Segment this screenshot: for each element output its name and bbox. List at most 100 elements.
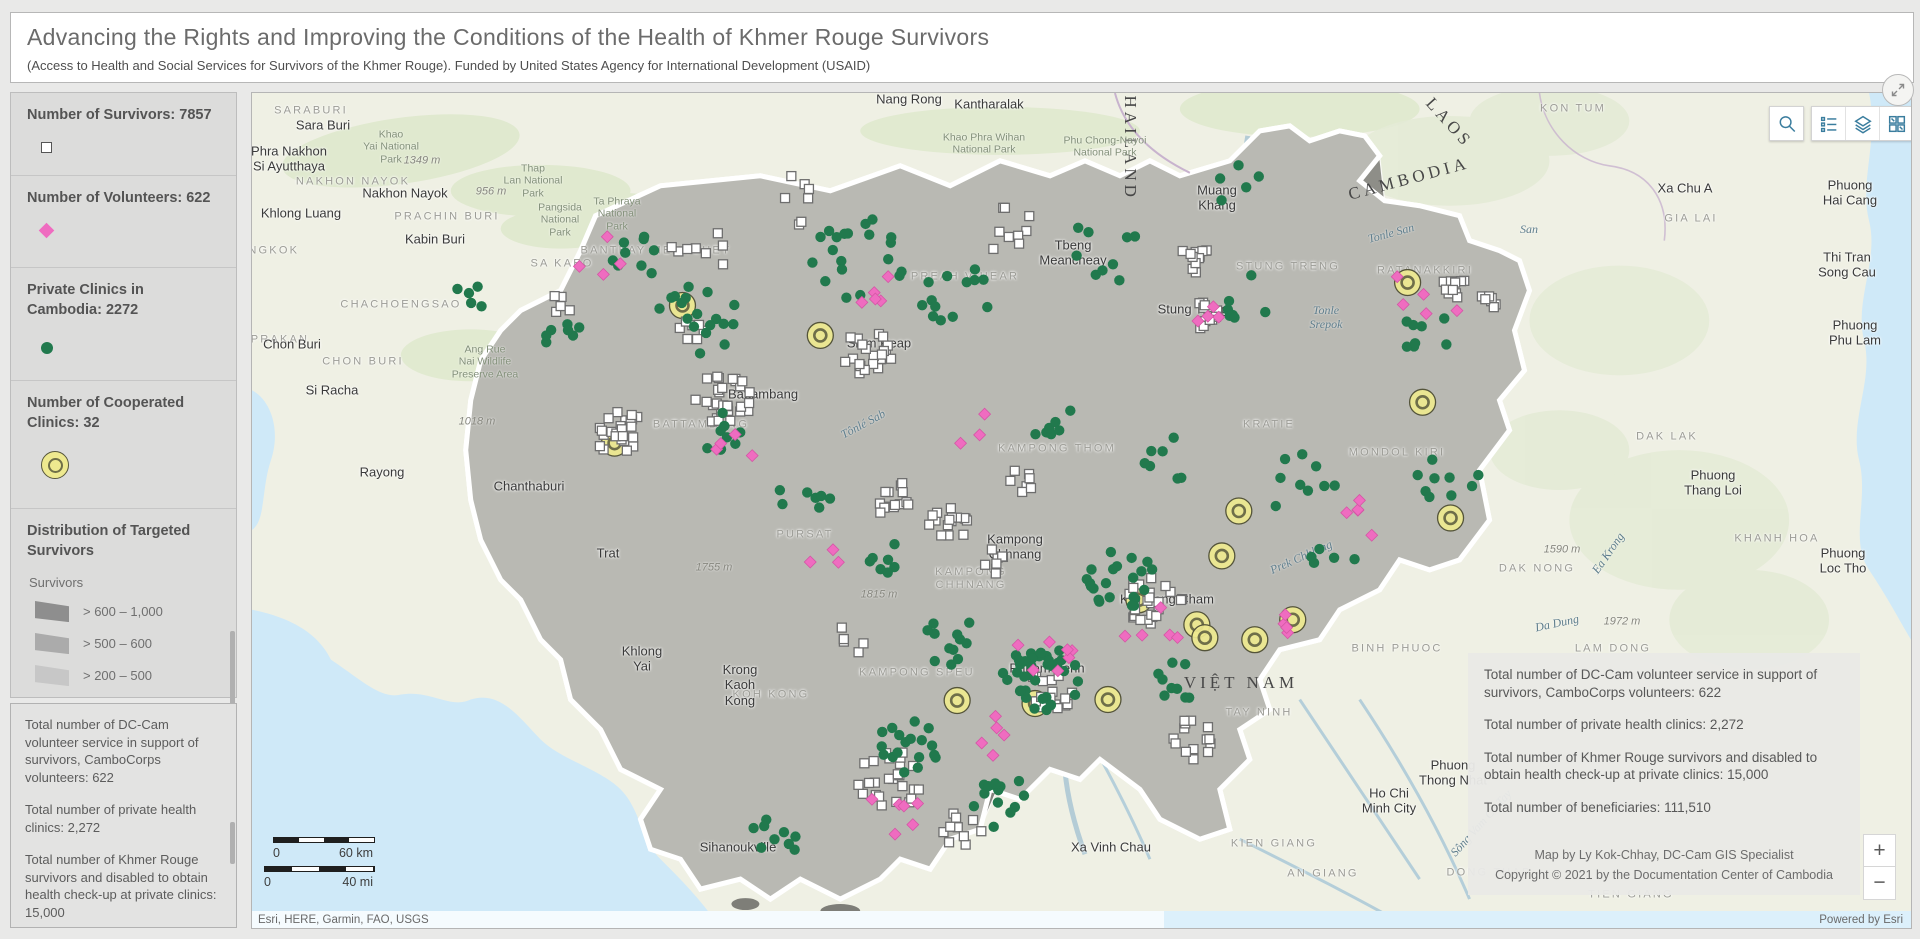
survivor-marker[interactable]: [804, 194, 813, 203]
clinic-marker[interactable]: [680, 293, 690, 303]
info-scrollbar[interactable]: [230, 822, 235, 864]
clinic-marker[interactable]: [1073, 676, 1083, 686]
clinic-marker[interactable]: [464, 288, 474, 298]
clinic-marker[interactable]: [1127, 600, 1137, 610]
clinic-marker[interactable]: [889, 539, 899, 549]
clinic-marker[interactable]: [472, 281, 482, 291]
survivor-marker[interactable]: [1186, 249, 1195, 258]
clinic-marker[interactable]: [1128, 573, 1138, 583]
clinic-marker[interactable]: [1083, 227, 1093, 237]
clinic-marker[interactable]: [541, 330, 551, 340]
cooperated-clinic-marker[interactable]: [944, 688, 970, 714]
survivor-marker[interactable]: [987, 545, 996, 554]
clinic-marker[interactable]: [649, 245, 659, 255]
clinic-marker[interactable]: [1172, 473, 1182, 483]
clinic-marker[interactable]: [689, 321, 699, 331]
clinic-marker[interactable]: [1180, 659, 1190, 669]
clinic-marker[interactable]: [563, 325, 573, 335]
survivor-marker[interactable]: [859, 639, 868, 648]
survivor-marker[interactable]: [691, 244, 700, 253]
clinic-marker[interactable]: [777, 499, 787, 509]
clinic-marker[interactable]: [1224, 296, 1234, 306]
clinic-marker[interactable]: [683, 282, 693, 292]
clinic-marker[interactable]: [1157, 674, 1167, 684]
volunteer-marker[interactable]: [746, 450, 758, 462]
clinic-marker[interactable]: [867, 553, 877, 563]
clinic-marker[interactable]: [702, 443, 712, 453]
survivor-marker[interactable]: [1006, 476, 1015, 485]
clinic-marker[interactable]: [775, 485, 785, 495]
clinic-marker[interactable]: [1044, 655, 1054, 665]
clinic-marker[interactable]: [828, 245, 838, 255]
clinic-marker[interactable]: [1473, 470, 1483, 480]
survivor-marker[interactable]: [961, 840, 970, 849]
clinic-marker[interactable]: [719, 339, 729, 349]
clinic-marker[interactable]: [1168, 432, 1178, 442]
volunteer-marker[interactable]: [1352, 504, 1364, 516]
volunteer-marker[interactable]: [889, 828, 901, 840]
clinic-marker[interactable]: [646, 268, 656, 278]
survivor-marker[interactable]: [1176, 595, 1185, 604]
clinic-marker[interactable]: [728, 319, 738, 329]
clinic-marker[interactable]: [719, 421, 729, 431]
legend-item-distribution[interactable]: Distribution of Targeted Survivors Survi…: [11, 509, 236, 697]
clinic-marker[interactable]: [923, 277, 933, 287]
survivor-marker[interactable]: [945, 515, 954, 524]
survivor-marker[interactable]: [1200, 301, 1209, 310]
clinic-marker[interactable]: [717, 408, 727, 418]
survivor-marker[interactable]: [991, 569, 1000, 578]
survivor-marker[interactable]: [597, 426, 606, 435]
clinic-marker[interactable]: [896, 266, 906, 276]
clinic-marker[interactable]: [1070, 690, 1080, 700]
clinic-marker[interactable]: [729, 300, 739, 310]
clinic-marker[interactable]: [910, 716, 920, 726]
clinic-marker[interactable]: [682, 313, 692, 323]
clinic-marker[interactable]: [1046, 700, 1056, 710]
survivor-marker[interactable]: [995, 227, 1004, 236]
survivor-marker[interactable]: [846, 333, 855, 342]
volunteer-marker[interactable]: [804, 556, 816, 568]
clinic-marker[interactable]: [1157, 446, 1167, 456]
layers-button[interactable]: [1845, 107, 1879, 140]
survivor-marker[interactable]: [703, 374, 712, 383]
map-canvas[interactable]: THAILANDLAOSCAMBODIAVIỆT NAMSARABURINAKH…: [251, 92, 1912, 929]
survivor-marker[interactable]: [898, 479, 907, 488]
survivor-marker[interactable]: [550, 292, 559, 301]
clinic-marker[interactable]: [1229, 312, 1239, 322]
survivor-marker[interactable]: [613, 408, 622, 417]
clinic-marker[interactable]: [825, 493, 835, 503]
clinic-marker[interactable]: [993, 797, 1003, 807]
volunteer-marker[interactable]: [1366, 529, 1378, 541]
clinic-marker[interactable]: [814, 502, 824, 512]
survivor-marker[interactable]: [604, 414, 613, 423]
clinic-marker[interactable]: [1071, 251, 1081, 261]
clinic-marker[interactable]: [670, 291, 680, 301]
clinic-marker[interactable]: [1330, 480, 1340, 490]
clinic-marker[interactable]: [1439, 313, 1449, 323]
volunteer-marker[interactable]: [827, 544, 839, 556]
clinic-marker[interactable]: [816, 491, 826, 501]
clinic-marker[interactable]: [824, 226, 834, 236]
survivor-marker[interactable]: [989, 244, 998, 253]
clinic-marker[interactable]: [969, 801, 979, 811]
clinic-marker[interactable]: [1413, 470, 1423, 480]
clinic-marker[interactable]: [1029, 703, 1039, 713]
volunteer-marker[interactable]: [601, 231, 613, 243]
survivor-marker[interactable]: [977, 827, 986, 836]
survivor-marker[interactable]: [898, 488, 907, 497]
volunteer-marker[interactable]: [1136, 629, 1148, 641]
clinic-marker[interactable]: [878, 750, 888, 760]
clinic-marker[interactable]: [1108, 259, 1118, 269]
clinic-marker[interactable]: [1112, 561, 1122, 571]
survivor-marker[interactable]: [925, 520, 934, 529]
clinic-marker[interactable]: [1271, 501, 1281, 511]
cooperated-clinic-marker[interactable]: [1242, 627, 1268, 653]
clinic-marker[interactable]: [802, 487, 812, 497]
survivor-marker[interactable]: [667, 243, 676, 252]
survivor-marker[interactable]: [981, 560, 990, 569]
clinic-marker[interactable]: [1167, 658, 1177, 668]
survivor-marker[interactable]: [858, 789, 867, 798]
clinic-marker[interactable]: [964, 618, 974, 628]
survivor-marker[interactable]: [854, 780, 863, 789]
clinic-marker[interactable]: [620, 248, 630, 258]
